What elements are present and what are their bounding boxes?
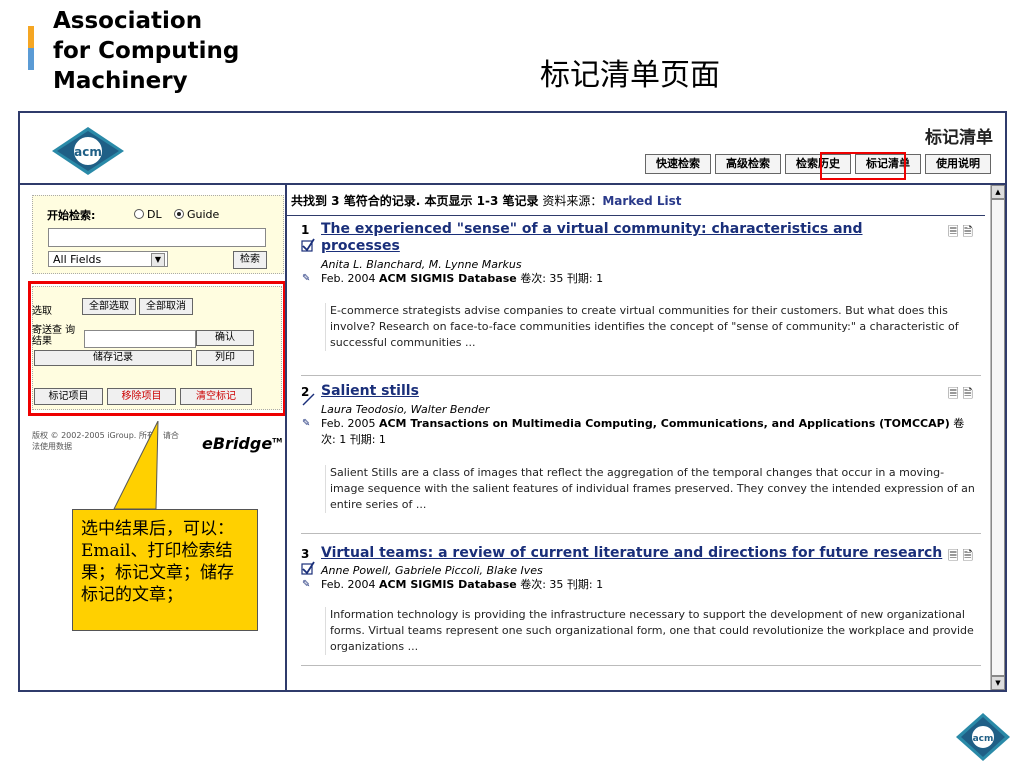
tab-advanced-search[interactable]: 高级检索 [715,154,781,174]
item-divider [301,533,981,534]
callout-pointer [113,421,159,510]
radio-guide-label: Guide [187,208,220,221]
result-volume: 卷次: 35 刊期: 1 [520,578,604,591]
svg-text:acm: acm [74,145,102,159]
browser-screenshot: acm 标记清单 快速检索 高级检索 检索历史 标记清单 使用说明 开始检索: … [18,111,1007,692]
slide-title: 标记清单页面 [540,58,720,93]
org-line-1: Association [53,8,203,34]
scroll-down-arrow-icon[interactable]: ▼ [991,676,1005,690]
org-accent-bar-orange [28,26,34,48]
edit-icon[interactable]: ✎ [302,418,310,429]
result-title-line: Virtual teams: a review of current liter… [321,545,943,561]
edit-icon[interactable]: ✎ [302,273,310,284]
result-title-link[interactable]: Salient stills [321,383,419,400]
result-authors: Anne Powell, Gabriele Piccoli, Blake Ive… [321,564,543,577]
edit-icon[interactable]: ✎ [302,579,310,590]
marked-list-highlight [820,152,906,180]
result-number: 1 [301,223,310,237]
radio-dl-label: DL [147,208,162,221]
result-title-link[interactable]: Virtual teams: a review of current liter… [321,545,942,562]
result-title-line: processes [321,238,400,254]
ebridge-tm: TM [272,437,283,445]
item-divider [301,375,981,376]
summary-source-label: 资料来源： [542,194,603,208]
tab-help[interactable]: 使用说明 [925,154,991,174]
acm-logo[interactable]: acm [50,125,126,177]
document-icons[interactable]: 🗏 🗎 [948,547,973,569]
actions-highlight [28,281,286,416]
result-abstract: Salient Stills are a class of images tha… [325,465,978,513]
result-journal[interactable]: ACM SIGMIS Database [379,578,517,591]
result-abstract: Information technology is providing the … [325,607,978,655]
radio-guide-selected-dot [177,212,181,216]
result-date: Feb. 2004 [321,272,376,285]
item-divider [301,665,981,666]
acm-logo-footer: acm [956,713,1010,761]
org-accent-bar-blue [28,48,34,70]
result-date: Feb. 2004 [321,578,376,591]
annotation-callout: 选中结果后，可以：Email、打印检索结果；标记文章；储存标记的文章； [72,509,258,631]
chevron-down-icon: ▼ [151,253,165,267]
result-number: 3 [301,547,310,561]
result-date: Feb. 2005 [321,417,376,430]
org-line-3: Machinery [53,68,188,94]
search-label: 开始检索: [47,209,96,222]
ebridge-brand: eBridge [202,434,273,453]
checkmark-icon[interactable] [301,238,315,252]
summary-divider [287,215,985,216]
svg-text:acm: acm [973,734,994,744]
search-input[interactable] [48,228,266,247]
tab-quick-search[interactable]: 快速检索 [645,154,711,174]
page-heading: 标记清单 [925,128,993,148]
result-volume: 卷次: 35 刊期: 1 [520,272,604,285]
summary-text: 共找到 3 笔符合的记录. 本页显示 1-3 笔记录 [291,194,539,208]
results-panel: 共找到 3 笔符合的记录. 本页显示 1-3 笔记录 资料来源：Marked L… [287,185,987,690]
document-icons[interactable]: 🗏 🗎 [948,385,973,407]
result-title-link[interactable]: The experienced "sense" of a virtual com… [321,221,863,255]
fields-select-value: All Fields [53,253,102,266]
result-journal[interactable]: ACM SIGMIS Database [379,272,517,285]
result-title-line: The experienced "sense" of a virtual com… [321,221,863,237]
results-summary: 共找到 3 笔符合的记录. 本页显示 1-3 笔记录 资料来源：Marked L… [291,192,682,209]
ebridge-logo: eBridgeTM [202,434,282,453]
checkmark-icon[interactable] [301,561,315,575]
search-button[interactable]: 检索 [233,251,267,269]
result-authors: Anita L. Blanchard, M. Lynne Markus [321,258,522,271]
result-journal[interactable]: ACM Transactions on Multimedia Computing… [379,417,950,430]
result-venue: Feb. 2004 ACM SIGMIS Database 卷次: 35 刊期:… [321,271,603,287]
document-icons[interactable]: 🗏 🗎 [948,223,973,245]
fields-select[interactable]: All Fields ▼ [48,251,168,267]
org-line-2: for Computing [53,38,240,64]
result-venue: Feb. 2005 ACM Transactions on Multimedia… [321,416,971,448]
nav-tabs: 快速检索 高级检索 检索历史 标记清单 使用说明 [645,154,991,174]
search-box: 开始检索: DL Guide All Fields ▼ 检索 [32,195,284,274]
result-venue: Feb. 2004 ACM SIGMIS Database 卷次: 35 刊期:… [321,577,603,593]
result-authors: Laura Teodosio, Walter Bender [321,403,490,416]
result-abstract: E-commerce strategists advise companies … [325,303,978,351]
result-title-line: Salient stills [321,383,419,399]
scroll-up-arrow-icon[interactable]: ▲ [991,185,1005,199]
scrollbar-thumb[interactable] [991,199,1005,676]
organization-name: Association for Computing Machinery [53,6,239,96]
checkmark-icon[interactable] [301,393,315,407]
radio-dl[interactable] [134,209,144,219]
summary-source: Marked List [602,194,682,208]
